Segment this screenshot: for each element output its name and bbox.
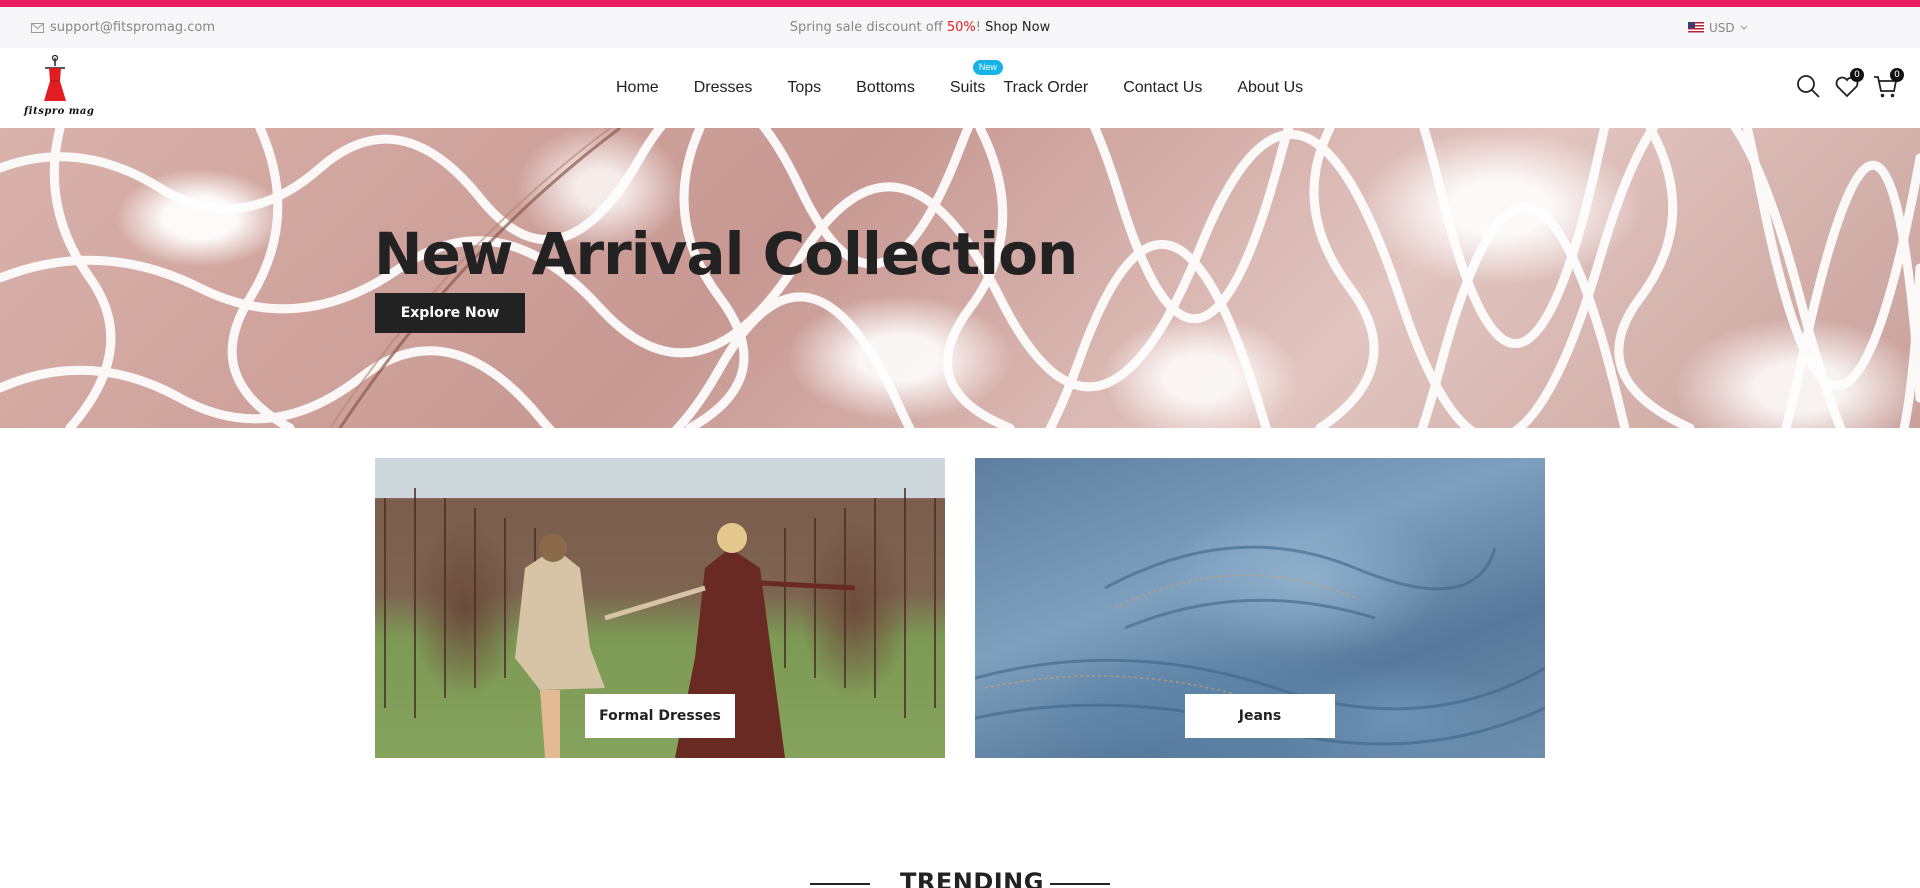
nav-contact-us[interactable]: Contact Us bbox=[1123, 79, 1202, 97]
nav-bottoms[interactable]: Bottoms bbox=[856, 79, 915, 97]
nav-suits[interactable]: Suits New bbox=[949, 60, 1003, 97]
cart-count: 0 bbox=[1890, 68, 1904, 82]
promo-banner: Spring sale discount off 50%! Shop Now bbox=[0, 7, 1920, 48]
wishlist-count: 0 bbox=[1850, 68, 1864, 82]
trending-title: TRENDING bbox=[900, 868, 1044, 888]
category-card-jeans[interactable]: Jeans bbox=[975, 458, 1545, 758]
shop-now-link[interactable]: Shop Now bbox=[985, 20, 1050, 35]
category-card-formal-dresses[interactable]: Formal Dresses bbox=[375, 458, 945, 758]
brand-name: fitspro mag bbox=[24, 106, 95, 117]
formal-dresses-label[interactable]: Formal Dresses bbox=[585, 694, 735, 738]
us-flag-icon bbox=[1688, 22, 1704, 33]
promo-text: Spring sale discount off 50%! Shop Now bbox=[790, 20, 1050, 35]
nav-home[interactable]: Home bbox=[616, 79, 659, 97]
currency-label: USD bbox=[1709, 20, 1735, 35]
nav-suits-label: Suits bbox=[949, 79, 986, 96]
trending-right-divider bbox=[1050, 883, 1110, 885]
main-nav: Home Dresses Tops Bottoms Suits New Track… bbox=[598, 48, 1303, 128]
jeans-label[interactable]: Jeans bbox=[1185, 694, 1335, 738]
hero-title: New Arrival Collection bbox=[374, 220, 1078, 288]
nav-tops[interactable]: Tops bbox=[787, 79, 821, 97]
main-header: fitspro mag Home Dresses Tops Bottoms Su… bbox=[0, 48, 1920, 128]
trending-section-heading: TRENDING bbox=[0, 864, 1920, 888]
promo-prefix: Spring sale discount off bbox=[789, 20, 947, 35]
nav-dresses[interactable]: Dresses bbox=[694, 79, 753, 97]
promo-suffix: ! bbox=[975, 20, 986, 35]
nav-track-order[interactable]: Track Order bbox=[1003, 79, 1088, 97]
nav-about-us[interactable]: About Us bbox=[1237, 79, 1303, 97]
top-accent-bar bbox=[0, 0, 1920, 7]
trending-left-divider bbox=[810, 883, 870, 885]
hero-banner: New Arrival Collection Explore Now bbox=[0, 128, 1920, 428]
new-badge: New bbox=[972, 60, 1003, 75]
explore-now-button[interactable]: Explore Now bbox=[375, 293, 525, 333]
top-bar: support@fitspromag.com Spring sale disco… bbox=[0, 7, 1920, 48]
promo-percent: 50% bbox=[946, 20, 976, 35]
currency-selector[interactable]: USD bbox=[1688, 7, 1748, 48]
chevron-down-icon bbox=[1740, 25, 1747, 30]
search-icon[interactable] bbox=[1796, 74, 1822, 100]
